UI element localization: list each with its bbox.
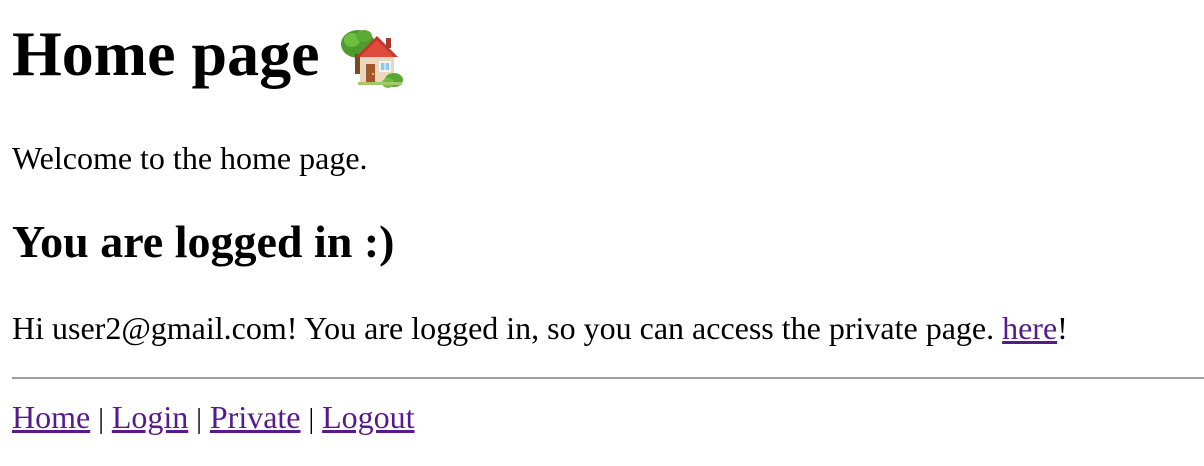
nav-link-login[interactable]: Login bbox=[112, 399, 188, 435]
greeting-end: ! bbox=[1057, 310, 1068, 346]
nav-separator: | bbox=[308, 404, 315, 435]
greeting-text: Hi user2@gmail.com! You are logged in, s… bbox=[12, 308, 1068, 348]
footer-nav: Home | Login | Private | Logout bbox=[12, 397, 415, 440]
house-with-garden-icon bbox=[338, 24, 404, 88]
nav-separator: | bbox=[196, 404, 202, 435]
greeting-message: Hi user2@gmail.com! You are logged in, s… bbox=[12, 310, 1003, 346]
private-page-link[interactable]: here bbox=[1002, 310, 1057, 346]
page-title-text: Home page bbox=[12, 18, 320, 89]
intro-text: Welcome to the home page. bbox=[12, 140, 368, 176]
nav-link-private[interactable]: Private bbox=[210, 399, 301, 435]
nav-link-home[interactable]: Home bbox=[12, 399, 90, 435]
nav-separator: | bbox=[98, 404, 104, 435]
footer-divider bbox=[12, 377, 1204, 379]
login-status-heading: You are logged in :) bbox=[12, 216, 395, 267]
nav-link-logout[interactable]: Logout bbox=[322, 399, 414, 435]
page-title: Home page bbox=[12, 14, 404, 94]
